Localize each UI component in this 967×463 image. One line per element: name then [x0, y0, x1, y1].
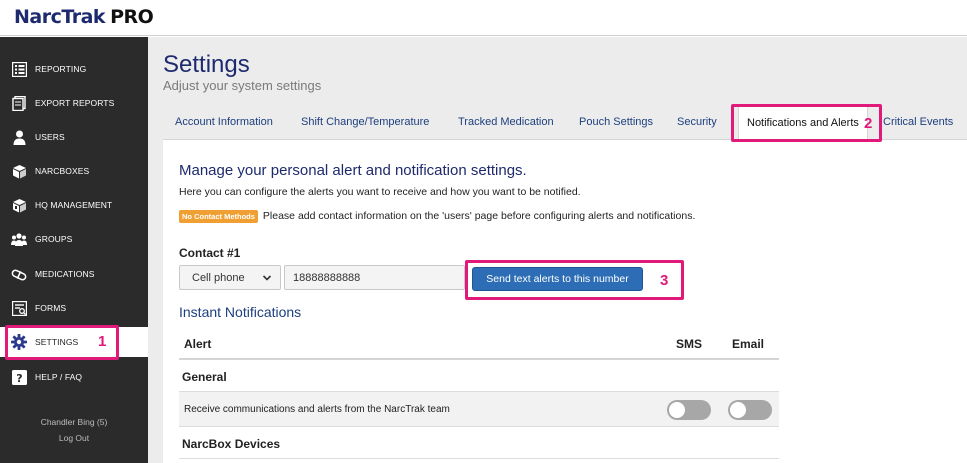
hq-icon	[11, 197, 27, 213]
sidebar: REPORTING EXPORT REPORTS USERS NARCBOXES…	[0, 37, 148, 463]
column-header-alert: Alert	[184, 337, 212, 351]
sidebar-item-label: GROUPS	[35, 234, 73, 244]
alert-description: Receive communications and alerts from t…	[184, 404, 450, 415]
sidebar-item-label: EXPORT REPORTS	[35, 98, 115, 108]
brand-logo[interactable]: NarcTrak PRO	[14, 6, 154, 28]
group-name: General	[182, 370, 227, 384]
sidebar-item-forms[interactable]: FORMS	[0, 293, 148, 323]
annotation-box-send-button	[465, 260, 684, 300]
annotation-number: 3	[660, 272, 669, 289]
sidebar-item-label: USERS	[35, 132, 65, 142]
alerts-table-header: Alert SMS Email	[179, 326, 779, 360]
sidebar-item-hq-management[interactable]: HQ MANAGEMENT	[0, 190, 148, 220]
sidebar-item-label: HQ MANAGEMENT	[35, 200, 113, 210]
sidebar-item-label: FORMS	[35, 303, 67, 313]
main-content: Settings Adjust your system settings Acc…	[148, 37, 967, 463]
svg-text:?: ?	[16, 372, 22, 385]
contact-type-value: Cell phone	[192, 271, 245, 284]
sidebar-item-users[interactable]: USERS	[0, 122, 148, 152]
sidebar-item-export-reports[interactable]: EXPORT REPORTS	[0, 88, 148, 118]
panel-description: Here you can configure the alerts you wa…	[179, 186, 581, 198]
current-user-name: Chandler Bing (5)	[40, 417, 108, 427]
tab-shift-change-temperature[interactable]: Shift Change/Temperature	[301, 105, 429, 140]
form-icon	[11, 300, 27, 316]
export-icon	[11, 95, 27, 111]
top-header: NarcTrak PRO	[0, 0, 967, 36]
help-icon: ?	[11, 369, 27, 385]
column-header-sms: SMS	[676, 337, 703, 351]
warning-text: Please add contact information on the 'u…	[262, 210, 696, 222]
page-title: Settings	[163, 51, 250, 78]
sidebar-item-reporting[interactable]: REPORTING	[0, 54, 148, 84]
user-icon	[11, 129, 27, 145]
group-name: NarcBox Devices	[182, 437, 281, 451]
logout-link[interactable]: Log Out	[0, 433, 148, 443]
warning-badge: No Contact Methods	[179, 209, 258, 223]
tab-tracked-medication[interactable]: Tracked Medication	[458, 105, 554, 140]
annotation-number: 1	[98, 333, 107, 350]
sidebar-item-label: REPORTING	[35, 64, 87, 74]
toggle-knob	[730, 402, 746, 418]
table-row: Receive communications and alerts from t…	[179, 392, 779, 427]
sidebar-item-help-faq[interactable]: ? HELP / FAQ	[0, 362, 148, 392]
sidebar-item-groups[interactable]: GROUPS	[0, 224, 148, 254]
contact-type-select[interactable]: Cell phone	[179, 265, 281, 290]
tab-security[interactable]: Security	[677, 105, 717, 140]
sidebar-item-label: NARCBOXES	[35, 166, 90, 176]
brand-name: NarcTrak	[14, 6, 106, 28]
contact-label: Contact #1	[179, 246, 241, 260]
sidebar-item-medications[interactable]: MEDICATIONS	[0, 259, 148, 289]
group-row: General	[179, 361, 779, 392]
sidebar-item-narcboxes[interactable]: NARCBOXES	[0, 156, 148, 186]
contact-phone-input[interactable]	[284, 265, 465, 290]
annotation-number: 2	[864, 115, 873, 132]
brand-edition: PRO	[110, 6, 154, 28]
tab-pouch-settings[interactable]: Pouch Settings	[579, 105, 653, 140]
pill-icon	[11, 266, 27, 282]
box-icon	[11, 163, 27, 179]
group-row: NarcBox Devices	[179, 428, 779, 459]
notifications-panel: Manage your personal alert and notificat…	[163, 140, 967, 463]
tab-critical-events[interactable]: Critical Events	[883, 105, 953, 140]
email-toggle[interactable]	[728, 400, 772, 420]
sms-toggle[interactable]	[667, 400, 711, 420]
chevron-down-icon	[262, 273, 272, 283]
report-icon	[11, 61, 27, 77]
annotation-box-notifications-tab	[731, 104, 882, 142]
toggle-knob	[669, 402, 685, 418]
contact-warning: No Contact Methods Please add contact in…	[179, 209, 695, 223]
group-icon	[11, 231, 27, 247]
column-header-email: Email	[732, 337, 765, 351]
sidebar-item-label: HELP / FAQ	[35, 372, 83, 382]
panel-heading: Manage your personal alert and notificat…	[179, 162, 527, 179]
tab-account-information[interactable]: Account Information	[175, 105, 273, 140]
page-subtitle: Adjust your system settings	[163, 78, 322, 93]
instant-notifications-heading: Instant Notifications	[179, 304, 302, 320]
sidebar-item-label: MEDICATIONS	[35, 269, 95, 279]
